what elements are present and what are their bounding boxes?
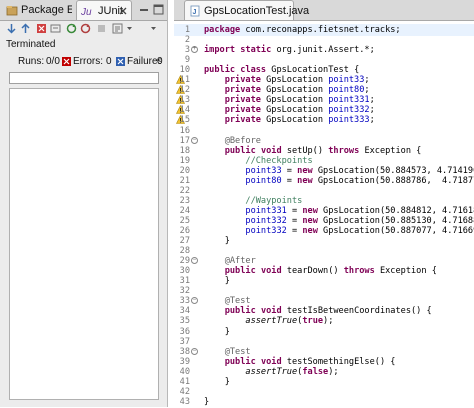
- editor-tab-label: GpsLocationTest.java: [204, 4, 310, 17]
- run-status: Terminated: [6, 39, 56, 50]
- tab-package-explorer[interactable]: Package Explo: [2, 0, 72, 20]
- tab-gpslocationtest[interactable]: J GpsLocationTest.java: [184, 0, 309, 20]
- code-area[interactable]: 1 package com.reconapps.fietsnet.tracks; 2…: [174, 21, 474, 407]
- maximize-icon[interactable]: [153, 4, 164, 15]
- test-tree[interactable]: [9, 88, 159, 400]
- failures-only-icon[interactable]: [36, 23, 47, 34]
- minimize-icon[interactable]: [139, 6, 149, 14]
- history-icon[interactable]: [112, 23, 123, 34]
- tab-package-explorer-label: Package Explo: [21, 4, 72, 16]
- progress-bar: [9, 72, 159, 84]
- collapse-fold-icon[interactable]: −: [191, 347, 198, 355]
- errors-label: Errors:: [73, 56, 103, 67]
- previous-failure-icon[interactable]: [20, 23, 31, 34]
- view-menu-icon[interactable]: [150, 23, 157, 34]
- runs-value: 0/0: [46, 56, 60, 67]
- collapse-fold-icon[interactable]: −: [191, 257, 198, 265]
- collapse-fold-icon[interactable]: −: [191, 297, 198, 305]
- failures-value: 0: [157, 56, 163, 67]
- code-text: }: [204, 396, 210, 407]
- editor-tab-bar: J GpsLocationTest.java: [174, 0, 474, 21]
- package-icon: [6, 6, 18, 16]
- rerun-failed-first-icon[interactable]: [80, 23, 91, 34]
- rerun-test-icon[interactable]: [66, 23, 77, 34]
- errors-value: 0: [106, 56, 112, 67]
- junit-toolbar: [0, 21, 167, 37]
- svg-text:J: J: [193, 9, 197, 16]
- failure-icon: [116, 57, 125, 66]
- view-tab-bar: Package Explo Ju JUnit: [0, 0, 167, 21]
- svg-text:Ju: Ju: [81, 7, 92, 17]
- next-failure-icon[interactable]: [6, 23, 17, 34]
- runs-label: Runs:: [18, 56, 45, 67]
- stop-icon[interactable]: [96, 23, 107, 34]
- failures-label: Failures:: [127, 56, 161, 67]
- close-icon[interactable]: [119, 7, 127, 15]
- line-number: 43: [179, 396, 190, 407]
- java-file-icon: J: [190, 5, 200, 16]
- junit-view: Package Explo Ju JUnit: [0, 0, 168, 407]
- tab-junit[interactable]: Ju JUnit: [76, 0, 132, 20]
- expand-fold-icon[interactable]: +: [191, 46, 198, 54]
- scroll-lock-icon[interactable]: [50, 23, 61, 34]
- collapse-fold-icon[interactable]: −: [191, 136, 198, 144]
- history-dropdown-icon[interactable]: [126, 23, 133, 34]
- code-line[interactable]: 43}: [174, 396, 474, 408]
- java-editor: J GpsLocationTest.java 1 package com.reco…: [174, 0, 474, 407]
- error-icon: [62, 57, 71, 66]
- junit-icon: Ju: [81, 7, 92, 17]
- test-counters: Runs: 0/0 Errors: 0 Failures: 0: [0, 55, 167, 71]
